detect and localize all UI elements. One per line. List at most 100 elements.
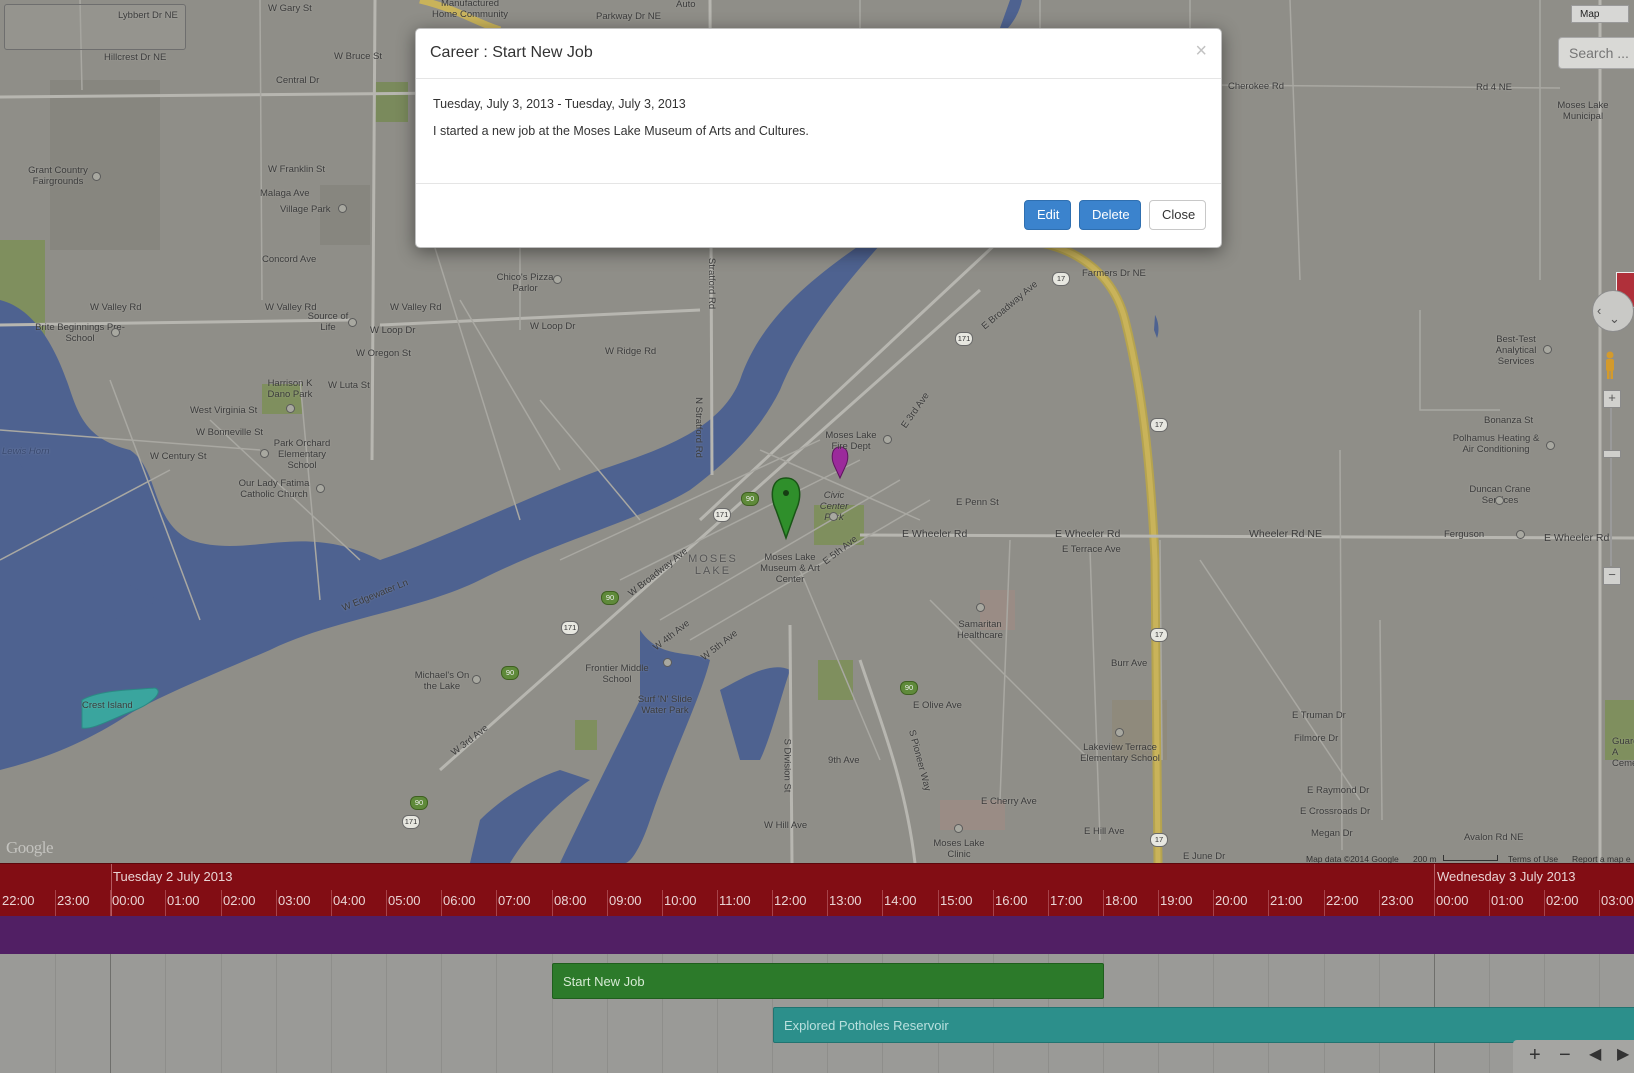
edit-button[interactable]: Edit [1024, 200, 1071, 230]
hour-tick [607, 890, 608, 916]
report-link[interactable]: Report a map e [1572, 854, 1631, 863]
map-label: Concord Ave [262, 254, 317, 265]
map-label: E Raymond Dr [1307, 785, 1370, 796]
map-label: Moses Lake Clinic [933, 838, 985, 860]
highway-shield: 171 [402, 815, 420, 829]
hour-tick [1379, 890, 1380, 916]
scale-label: 200 m [1413, 854, 1437, 863]
map-label: E Penn St [956, 497, 999, 508]
map-label: Lakeview Terrace Elementary School [1080, 742, 1160, 764]
hour-tick [938, 890, 939, 916]
gridline [165, 954, 166, 1073]
map-label: Moses Lake Municipal [1557, 100, 1609, 122]
highway-shield: 17 [1150, 833, 1168, 847]
poi-icon [92, 172, 101, 181]
hour-label: 15:00 [940, 893, 973, 908]
hour-label: 23:00 [57, 893, 90, 908]
map-label: Ferguson [1444, 529, 1485, 540]
pan-down-icon[interactable]: ⌄ [1609, 311, 1620, 327]
poi-icon [260, 449, 269, 458]
hour-tick [1048, 890, 1049, 916]
hour-label: 12:00 [774, 893, 807, 908]
pan-left-icon[interactable]: ‹ [1597, 303, 1601, 318]
map-label: Our Lady Fatima Catholic Church [238, 478, 310, 500]
hour-tick [110, 890, 111, 916]
poi-icon [1546, 441, 1555, 450]
category-band[interactable] [0, 916, 1634, 954]
close-button[interactable]: Close [1149, 200, 1206, 230]
modal-header: Career : Start New Job × [416, 29, 1221, 79]
map-label: Lewis Horn [2, 446, 50, 457]
hour-label: 01:00 [167, 893, 200, 908]
zoom-slider-thumb[interactable] [1603, 450, 1621, 458]
hour-label: 07:00 [498, 893, 531, 908]
gridline [110, 954, 111, 1073]
timeline-axis: Tuesday 2 July 2013 Wednesday 3 July 201… [0, 863, 1634, 916]
map-label: Michael's On the Lake [414, 670, 470, 692]
timeline-event-start-new-job[interactable]: Start New Job [552, 963, 1104, 999]
hour-label: 00:00 [112, 893, 145, 908]
map-label: E Wheeler Rd [1055, 528, 1121, 540]
hour-label: 19:00 [1160, 893, 1193, 908]
hour-label: 02:00 [1546, 893, 1579, 908]
delete-button[interactable]: Delete [1079, 200, 1141, 230]
timeline-next-button[interactable]: ▶ [1617, 1043, 1629, 1067]
timeline-zoom-in-button[interactable]: + [1529, 1043, 1541, 1067]
hour-label: 17:00 [1050, 893, 1083, 908]
hour-tick [552, 890, 553, 916]
timeline-zoom-out-button[interactable]: − [1559, 1043, 1571, 1067]
map-label: W Century St [150, 451, 207, 462]
map-label: MOSES LAKE [688, 553, 738, 577]
modal-footer: Edit Delete Close [416, 184, 1221, 248]
poi-icon [1543, 345, 1552, 354]
map-label: Filmore Dr [1294, 733, 1339, 744]
pegman-icon[interactable] [1603, 350, 1617, 380]
map-attribution: Map data ©2014 Google [1306, 854, 1399, 863]
map-label: Cherokee Rd [1228, 81, 1284, 92]
map-label: 9th Ave [828, 755, 860, 766]
poi-icon [111, 328, 120, 337]
map-label: E Olive Ave [913, 700, 962, 711]
close-icon[interactable]: × [1195, 41, 1207, 61]
map-label: Source of Life [307, 311, 349, 333]
poi-icon [338, 204, 347, 213]
map-label: E Truman Dr [1292, 710, 1346, 721]
map-label: W Valley Rd [90, 302, 142, 313]
highway-shield: 171 [561, 621, 579, 635]
poi-icon [883, 435, 892, 444]
highway-shield: 90 [410, 796, 428, 810]
map-label: Grant Country Fairgrounds [28, 165, 88, 187]
map-label: West Virginia St [190, 405, 258, 416]
zoom-in-button[interactable]: + [1603, 390, 1621, 408]
map-label: Lybbert Dr NE [118, 10, 178, 21]
hour-tick [1213, 890, 1214, 916]
timeline-prev-button[interactable]: ◀ [1589, 1043, 1601, 1067]
map-search-input[interactable] [1558, 37, 1634, 69]
gridline [386, 954, 387, 1073]
map-label: Hillcrest Dr NE [104, 52, 167, 63]
timeline-event-explored-potholes-reservoir[interactable]: Explored Potholes Reservoir [773, 1007, 1634, 1043]
map-label: Home Community [431, 9, 509, 20]
map-label: W Bruce St [334, 51, 383, 62]
hour-tick [165, 890, 166, 916]
map-label: Harrison K Dano Park [267, 378, 313, 400]
map-label: W Oregon St [356, 348, 411, 359]
hour-label: 02:00 [223, 893, 256, 908]
map-label: W Franklin St [268, 164, 326, 175]
zoom-slider-track[interactable] [1610, 408, 1612, 566]
timeline[interactable]: Tuesday 2 July 2013 Wednesday 3 July 201… [0, 863, 1634, 1073]
terms-link[interactable]: Terms of Use [1508, 854, 1558, 863]
map-type-button[interactable]: Map [1571, 5, 1629, 23]
map-label: N Stratford Rd [692, 397, 704, 458]
pan-control[interactable]: ‹ ⌄ [1592, 290, 1634, 332]
map-label: Auto [676, 0, 696, 10]
map-label: Moses Lake Fire Dept [825, 430, 877, 452]
map-label: Parkway Dr NE [596, 11, 661, 22]
hour-label: 04:00 [333, 893, 366, 908]
highway-shield: 171 [955, 332, 973, 346]
zoom-out-button[interactable]: − [1603, 567, 1621, 585]
highway-shield: 17 [1150, 628, 1168, 642]
poi-icon [829, 512, 838, 521]
hospital-icon [976, 603, 985, 612]
map-label: E Terrace Ave [1062, 544, 1121, 555]
